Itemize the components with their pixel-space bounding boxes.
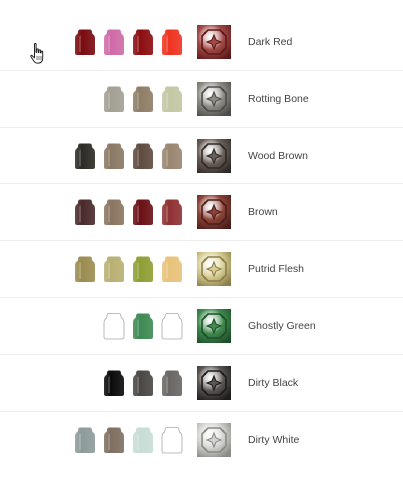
paint-pot-icon[interactable]: [132, 142, 154, 170]
paint-row[interactable]: Wood Brown: [0, 128, 403, 185]
paint-pot-icon[interactable]: [132, 255, 154, 283]
paint-name: Dark Red: [248, 36, 293, 48]
paint-swatch-image[interactable]: [197, 138, 231, 173]
paint-pot-icon[interactable]: [74, 255, 96, 283]
paint-pot-icon[interactable]: [132, 28, 154, 56]
paint-pots: [74, 426, 190, 456]
paint-name: Dirty White: [248, 433, 300, 446]
paint-pots: [74, 369, 190, 399]
paint-name: Wood Brown: [248, 149, 308, 162]
paint-pot-icon[interactable]: [161, 255, 183, 283]
paint-pot-icon[interactable]: [74, 198, 96, 226]
paint-pot-icon[interactable]: [103, 198, 125, 226]
paint-pots: [74, 198, 190, 228]
paint-swatch-image[interactable]: [197, 252, 231, 287]
paint-pots: [74, 28, 190, 58]
paint-name: Ghostly Green: [248, 319, 316, 332]
paint-pot-icon[interactable]: [103, 28, 125, 56]
paint-pot-icon[interactable]: [74, 426, 96, 454]
paint-row[interactable]: Brown: [0, 184, 403, 242]
paint-row[interactable]: Putrid Flesh: [0, 241, 403, 298]
paint-pot-icon[interactable]: [103, 255, 125, 283]
paint-swatch-image[interactable]: [197, 81, 231, 116]
paint-pots: [74, 85, 190, 115]
paint-swatch-image[interactable]: [197, 365, 231, 400]
paint-name: Brown: [248, 206, 278, 219]
paint-row[interactable]: Ghostly Green: [0, 298, 403, 355]
paint-row[interactable]: Dirty Black: [0, 355, 403, 412]
paint-list: Dark Red Rotting Bone Wood Brown Brown Putri…: [0, 14, 403, 468]
paint-pot-icon[interactable]: [161, 28, 183, 56]
paint-pot-icon[interactable]: [161, 142, 183, 170]
paint-swatch-image[interactable]: [197, 25, 231, 59]
paint-pot-icon[interactable]: [161, 198, 183, 226]
paint-pot-icon[interactable]: [161, 85, 183, 113]
paint-pots: [74, 312, 190, 342]
hand-pointer-icon: [30, 43, 44, 64]
paint-pot-icon[interactable]: [103, 312, 125, 340]
paint-pot-icon[interactable]: [161, 426, 183, 454]
paint-pot-icon[interactable]: [103, 85, 125, 113]
paint-swatch-image[interactable]: [197, 195, 231, 230]
paint-pot-icon[interactable]: [161, 312, 183, 340]
paint-pot-icon[interactable]: [132, 369, 154, 397]
paint-row[interactable]: Dirty White: [0, 412, 403, 469]
paint-pot-icon[interactable]: [74, 28, 96, 56]
paint-pots: [74, 255, 190, 285]
paint-pot-icon[interactable]: [132, 312, 154, 340]
paint-pot-icon[interactable]: [132, 85, 154, 113]
paint-name: Dirty Black: [248, 376, 299, 389]
paint-pot-icon[interactable]: [74, 142, 96, 170]
paint-pot-icon[interactable]: [161, 369, 183, 397]
paint-name: Putrid Flesh: [248, 263, 305, 276]
paint-swatch-image[interactable]: [197, 422, 231, 457]
paint-row[interactable]: Dark Red: [0, 14, 403, 71]
paint-row[interactable]: Rotting Bone: [0, 71, 403, 128]
paint-pot-icon[interactable]: [103, 369, 125, 397]
paint-pot-icon[interactable]: [132, 426, 154, 454]
paint-pot-icon[interactable]: [103, 142, 125, 170]
paint-pots: [74, 142, 190, 172]
paint-pot-icon[interactable]: [103, 426, 125, 454]
paint-pot-icon[interactable]: [132, 198, 154, 226]
paint-swatch-image[interactable]: [197, 308, 231, 343]
paint-name: Rotting Bone: [248, 92, 309, 105]
